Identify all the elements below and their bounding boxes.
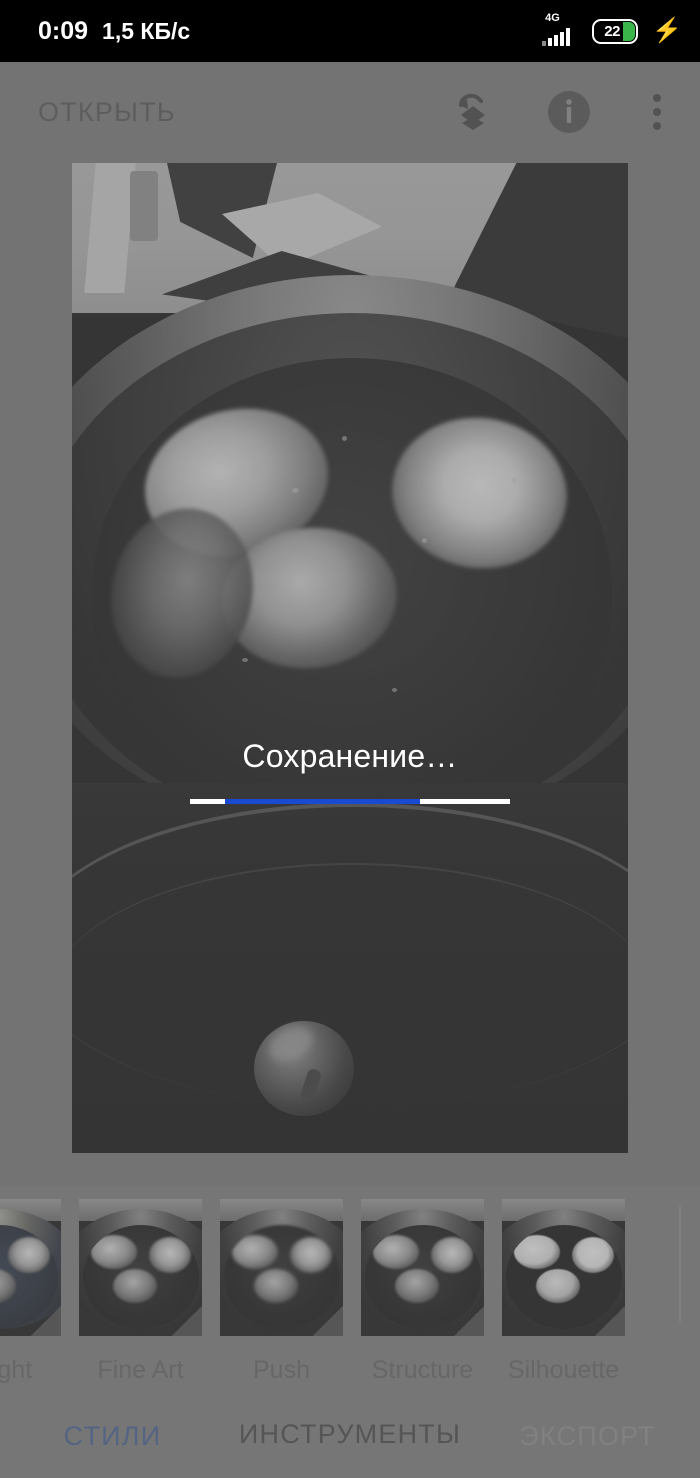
photo-detail	[130, 171, 158, 241]
filter-label: Bright	[0, 1356, 33, 1384]
status-bar-right: 4G 22 ⚡	[540, 12, 682, 46]
status-clock: 0:09	[38, 16, 89, 45]
filter-strip[interactable]: Bright Fine Art Push	[0, 1186, 700, 1396]
battery-icon: 22	[592, 18, 639, 44]
filter-item-structure[interactable]: Structure	[361, 1199, 484, 1385]
photo-detail	[242, 658, 248, 662]
photo-detail	[512, 478, 517, 483]
filter-thumbnail[interactable]	[0, 1199, 61, 1336]
signal-bars-glyph	[542, 28, 571, 46]
filter-thumbnail[interactable]	[502, 1199, 625, 1336]
filter-label: Structure	[371, 1356, 474, 1384]
tab-label: ЭКСПОРТ	[519, 1421, 656, 1451]
filter-strip-scrollbar[interactable]	[679, 1206, 681, 1322]
signal-bars-icon: 4G	[540, 12, 580, 46]
tab-export[interactable]: ЭКСПОРТ	[475, 1396, 700, 1478]
tab-label: СТИЛИ	[63, 1421, 162, 1451]
edited-photo-preview[interactable]	[72, 163, 628, 1153]
filter-thumbnail[interactable]	[79, 1199, 202, 1336]
info-icon[interactable]	[544, 87, 594, 137]
photo-detail	[342, 436, 347, 441]
tab-styles[interactable]: СТИЛИ	[0, 1396, 225, 1478]
saving-progress-fill	[225, 799, 421, 804]
network-type-label: 4G	[545, 12, 560, 24]
photo-editor-app: ОТКРЫТЬ Сохранение… ght Fine Art Push St…	[0, 62, 700, 1478]
undo-layers-icon[interactable]	[448, 87, 498, 137]
filter-label: Silhouette	[507, 1356, 620, 1384]
saving-progress-bar	[190, 799, 510, 804]
bottom-tab-bar: СТИЛИ ИНСТРУМЕНТЫ ЭКСПОРТ	[0, 1396, 700, 1478]
status-bar-left: 0:09 1,5 КБ/с	[38, 17, 190, 46]
photo-canvas-area: Сохранение…	[0, 162, 700, 1186]
filter-item-bright[interactable]: Bright	[0, 1199, 61, 1385]
saving-overlay: Сохранение…	[72, 738, 628, 804]
filter-label: Fine Art	[97, 1356, 184, 1384]
saving-status-text: Сохранение…	[242, 738, 458, 774]
filter-thumbnail[interactable]	[220, 1199, 343, 1336]
status-bar: 0:09 1,5 КБ/с 4G 22 ⚡	[0, 0, 700, 62]
tab-tools[interactable]: ИНСТРУМЕНТЫ	[225, 1396, 475, 1478]
filter-thumbnail[interactable]	[361, 1199, 484, 1336]
tab-label: ИНСТРУМЕНТЫ	[238, 1419, 462, 1449]
filter-item-silhouette[interactable]: Silhouette	[502, 1199, 625, 1385]
photo-detail	[292, 488, 299, 493]
open-button[interactable]: ОТКРЫТЬ	[38, 97, 448, 128]
photo-detail	[192, 398, 198, 404]
filter-list: Bright Fine Art Push	[0, 1199, 625, 1385]
app-bar: ОТКРЫТЬ	[0, 62, 700, 162]
app-bar-actions	[448, 87, 674, 137]
filter-label: Push	[253, 1356, 310, 1384]
photo-detail	[392, 688, 397, 692]
filter-item-push[interactable]: Push	[220, 1199, 343, 1385]
network-speed-indicator: 1,5 КБ/с	[102, 17, 191, 44]
photo-detail	[422, 538, 427, 543]
photo-detail	[84, 163, 136, 293]
overflow-menu-icon[interactable]	[640, 87, 674, 137]
filter-item-fine-art[interactable]: Fine Art	[79, 1199, 202, 1385]
battery-percent-label: 22	[604, 22, 620, 40]
charging-bolt-icon: ⚡	[652, 17, 682, 44]
